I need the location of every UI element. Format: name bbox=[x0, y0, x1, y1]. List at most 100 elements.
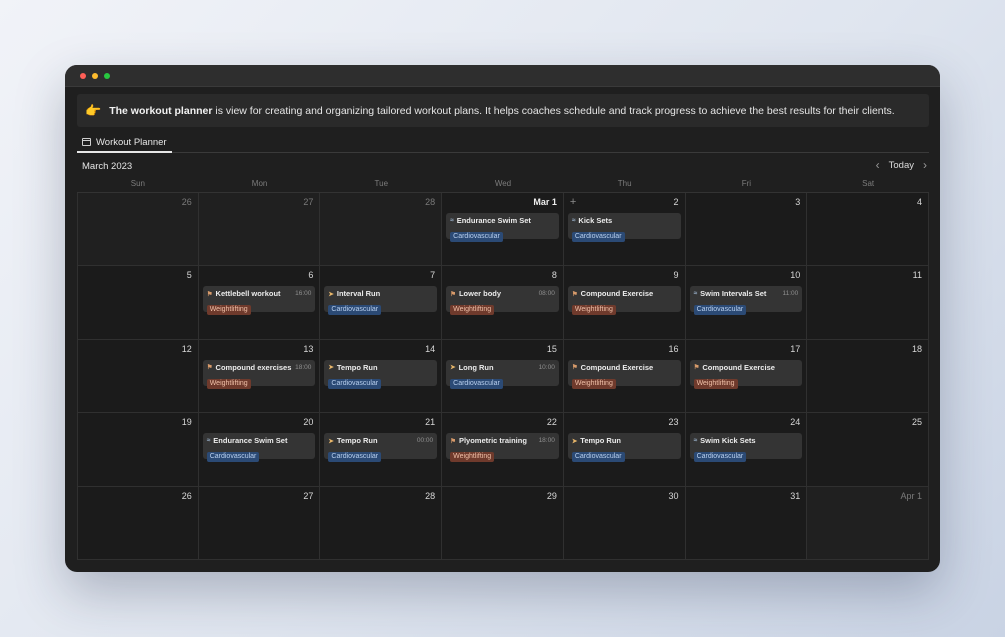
calendar-day-cell[interactable]: Mar 1 ≈ Endurance Swim Set Cardiovascular bbox=[442, 193, 564, 267]
calendar-day-cell[interactable]: 28 bbox=[320, 486, 443, 560]
event-card[interactable]: ➤ Tempo Run Cardiovascular bbox=[324, 359, 438, 389]
event-title-row: ≈ Endurance Swim Set bbox=[207, 436, 312, 445]
day-number: 14 bbox=[425, 343, 436, 354]
event-title-row: ⚑ Compound Exercise bbox=[572, 289, 677, 298]
calendar-day-cell[interactable]: 3 bbox=[685, 193, 808, 267]
event-card[interactable]: ➤ Tempo Run 00:00 Cardiovascular bbox=[324, 433, 438, 463]
day-number: 10 bbox=[790, 270, 801, 281]
calendar-day-cell[interactable]: 9 ⚑ Compound Exercise Weightlifting bbox=[563, 266, 686, 340]
swimmer-icon: ≈ bbox=[693, 290, 698, 298]
event-card[interactable]: ≈ Endurance Swim Set Cardiovascular bbox=[202, 433, 316, 463]
calendar-day-cell[interactable]: 7 ➤ Interval Run Cardiovascular bbox=[320, 266, 443, 340]
calendar-day-cell[interactable]: 29 bbox=[442, 486, 564, 560]
event-card[interactable]: ⚑ Compound Exercise Weightlifting bbox=[567, 286, 681, 316]
event-title-row: ≈ Swim Kick Sets bbox=[694, 436, 799, 445]
event-card[interactable]: ≈ Swim Kick Sets Cardiovascular bbox=[689, 433, 803, 463]
swimmer-icon: ≈ bbox=[693, 437, 698, 445]
calendar-day-cell[interactable]: 30 bbox=[563, 486, 686, 560]
callout-text: is view for creating and organizing tail… bbox=[212, 104, 895, 117]
today-button[interactable]: Today bbox=[889, 160, 914, 171]
calendar-day-cell[interactable]: 12 bbox=[77, 339, 199, 414]
event-card[interactable]: ≈ Endurance Swim Set Cardiovascular bbox=[446, 213, 559, 242]
calendar-day-cell[interactable]: 28 bbox=[320, 193, 443, 267]
calendar-day-cell[interactable]: 4 bbox=[807, 193, 929, 267]
day-number: 29 bbox=[546, 490, 557, 501]
event-category-tag: Weightlifting bbox=[206, 378, 251, 389]
calendar-day-cell[interactable]: 24 ≈ Swim Kick Sets Cardiovascular bbox=[685, 413, 808, 487]
calendar-day-cell[interactable]: 26 bbox=[77, 486, 199, 560]
calendar-day-cell[interactable]: 8 ⚑ Lower body 08:00 Weightlifting bbox=[442, 266, 564, 340]
calendar-day-cell[interactable]: 27 bbox=[198, 193, 321, 267]
calendar-day-cell[interactable]: 14 ➤ Tempo Run Cardiovascular bbox=[320, 339, 443, 414]
event-card[interactable]: ➤ Tempo Run Cardiovascular bbox=[567, 433, 681, 463]
event-card[interactable]: ⚑ Compound exercises 18:00 Weightlifting bbox=[202, 359, 316, 389]
day-number: Apr 1 bbox=[900, 490, 922, 501]
event-title: Kettlebell workout bbox=[215, 289, 281, 299]
calendar-day-cell[interactable]: 21 ➤ Tempo Run 00:00 Cardiovascular bbox=[320, 413, 443, 487]
event-card[interactable]: ⚑ Plyometric training 18:00 Weightlifting bbox=[446, 433, 559, 463]
event-title: Long Run bbox=[458, 362, 494, 372]
calendar-day-cell[interactable]: 11 bbox=[807, 266, 929, 340]
day-number: 13 bbox=[303, 343, 314, 354]
zoom-window-button[interactable] bbox=[104, 73, 110, 79]
event-card[interactable]: ⚑ Compound Exercise Weightlifting bbox=[567, 359, 681, 389]
add-event-icon[interactable]: + bbox=[570, 197, 576, 208]
event-category-tag: Cardiovascular bbox=[328, 378, 382, 389]
day-number: 17 bbox=[790, 343, 801, 354]
calendar-day-cell[interactable]: 26 bbox=[77, 193, 199, 267]
event-card[interactable]: ≈ Swim Intervals Set 11:00 Cardiovascular bbox=[689, 286, 803, 316]
event-card[interactable]: ➤ Interval Run Cardiovascular bbox=[324, 286, 438, 316]
tab-workout-planner[interactable]: Workout Planner bbox=[77, 133, 172, 153]
event-card[interactable]: ⚑ Lower body 08:00 Weightlifting bbox=[446, 286, 559, 316]
event-time: 08:00 bbox=[538, 290, 555, 298]
day-number: 24 bbox=[790, 417, 801, 428]
event-title-row: ≈ Swim Intervals Set 11:00 bbox=[694, 289, 799, 298]
calendar-day-cell[interactable]: 20 ≈ Endurance Swim Set Cardiovascular bbox=[198, 413, 321, 487]
chevron-right-icon[interactable]: › bbox=[923, 159, 927, 171]
event-title: Endurance Swim Set bbox=[456, 216, 531, 225]
runner-icon: ➤ bbox=[571, 437, 578, 445]
calendar-day-cell[interactable]: Apr 1 bbox=[807, 486, 929, 560]
event-card[interactable]: ⚑ Compound Exercise Weightlifting bbox=[689, 359, 803, 389]
calendar-day-cell[interactable]: 15 ➤ Long Run 10:00 Cardiovascular bbox=[442, 339, 564, 414]
calendar-day-cell[interactable]: 5 bbox=[77, 266, 199, 340]
event-card[interactable]: ➤ Long Run 10:00 Cardiovascular bbox=[446, 359, 559, 389]
calendar-day-cell[interactable]: 13 ⚑ Compound exercises 18:00 Weightlifting bbox=[198, 339, 321, 414]
calendar-day-cell[interactable]: 10 ≈ Swim Intervals Set 11:00 Cardiovascular bbox=[685, 266, 808, 340]
close-window-button[interactable] bbox=[80, 73, 86, 79]
chevron-left-icon[interactable]: ‹ bbox=[876, 159, 880, 171]
event-title-row: ⚑ Compound Exercise bbox=[694, 363, 799, 372]
day-number: 22 bbox=[546, 417, 557, 428]
calendar-day-cell[interactable]: 18 bbox=[807, 339, 929, 414]
calendar-day-cell[interactable]: 31 bbox=[685, 486, 808, 560]
day-number: 5 bbox=[186, 270, 192, 281]
dumbbell-icon: ⚑ bbox=[693, 364, 700, 372]
calendar-day-cell[interactable]: 22 ⚑ Plyometric training 18:00 Weightlifting bbox=[442, 413, 564, 487]
event-card[interactable]: ⚑ Kettlebell workout 16:00 Weightlifting bbox=[202, 286, 316, 316]
calendar-day-cell[interactable]: 27 bbox=[198, 486, 321, 560]
event-time: 10:00 bbox=[538, 363, 555, 371]
swimmer-icon: ≈ bbox=[206, 437, 211, 445]
event-card[interactable]: ≈ Kick Sets Cardiovascular bbox=[567, 213, 681, 242]
swimmer-icon: ≈ bbox=[450, 217, 454, 224]
minimize-window-button[interactable] bbox=[92, 73, 98, 79]
calendar-day-cell[interactable]: 6 ⚑ Kettlebell workout 16:00 Weightlifting bbox=[198, 266, 321, 340]
calendar-day-cell[interactable]: 16 ⚑ Compound Exercise Weightlifting bbox=[563, 339, 686, 414]
weekday-header: Wed bbox=[442, 175, 564, 193]
event-title-row: ➤ Tempo Run 00:00 bbox=[328, 436, 433, 445]
day-number: 15 bbox=[546, 343, 557, 354]
calendar-day-cell[interactable]: +2 ≈ Kick Sets Cardiovascular bbox=[563, 193, 686, 267]
event-title: Swim Intervals Set bbox=[700, 289, 767, 299]
calendar-day-cell[interactable]: 19 bbox=[77, 413, 199, 487]
view-tabs: Workout Planner bbox=[77, 133, 929, 153]
runner-icon: ➤ bbox=[328, 437, 334, 445]
event-title: Tempo Run bbox=[580, 436, 621, 446]
event-title: Tempo Run bbox=[336, 436, 378, 446]
calendar-day-cell[interactable]: 17 ⚑ Compound Exercise Weightlifting bbox=[685, 339, 808, 414]
day-number: 7 bbox=[430, 270, 436, 281]
event-category-tag: Weightlifting bbox=[206, 305, 251, 316]
day-number: 2 bbox=[673, 197, 679, 207]
calendar-day-cell[interactable]: 23 ➤ Tempo Run Cardiovascular bbox=[563, 413, 686, 487]
calendar-day-cell[interactable]: 25 bbox=[807, 413, 929, 487]
callout-bold-text: The workout planner bbox=[109, 104, 213, 117]
